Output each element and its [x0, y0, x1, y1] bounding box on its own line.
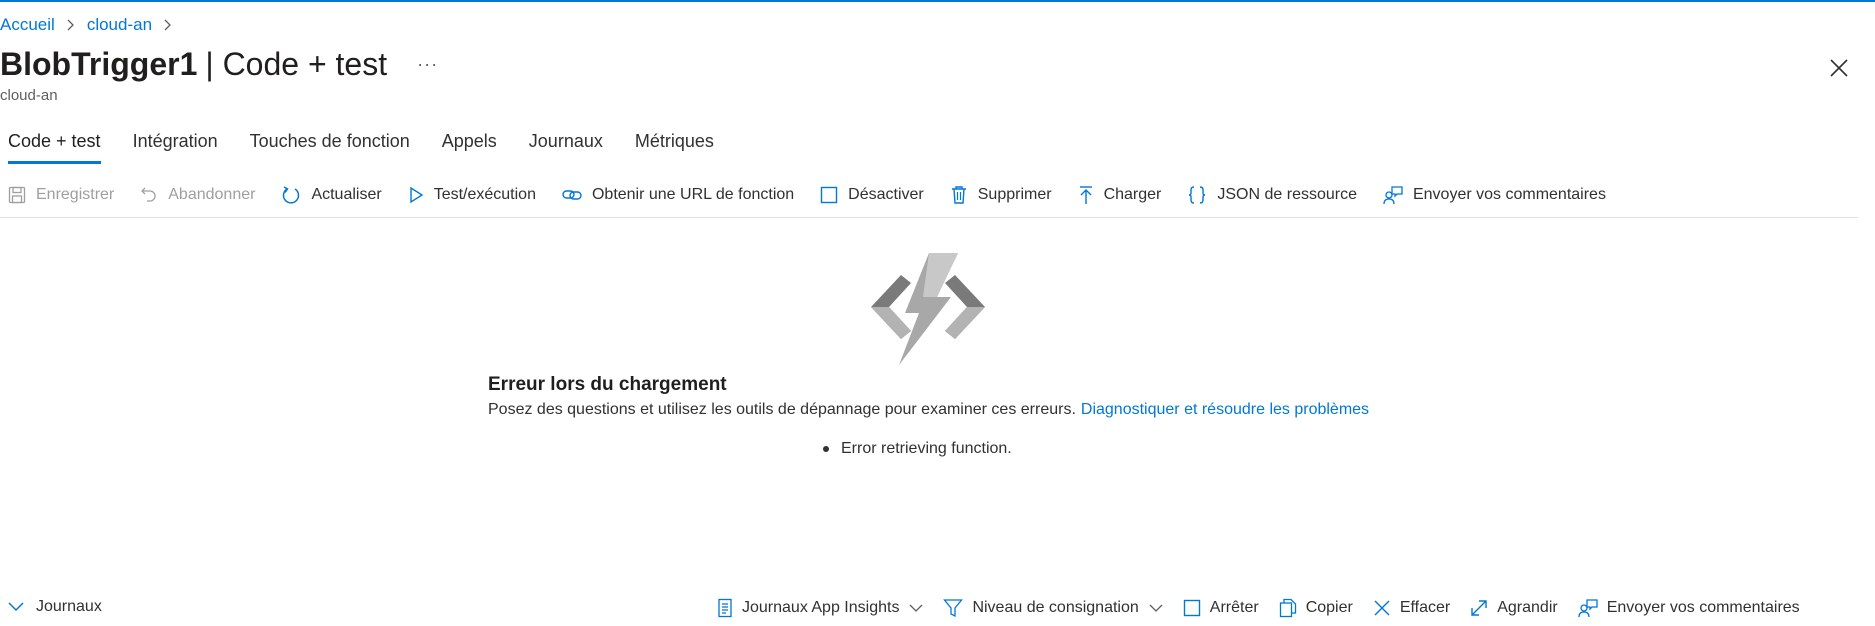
error-list: Error retrieving function.: [823, 440, 1012, 458]
refresh-icon: [283, 186, 300, 204]
refresh-label: Actualiser: [311, 186, 382, 203]
checkbox-icon: [820, 186, 838, 204]
logs-toggle-button[interactable]: Journaux: [8, 598, 102, 616]
command-toolbar: Enregistrer Abandonner Actualiser Test/e…: [0, 180, 1624, 210]
chevron-down-icon: [8, 602, 24, 612]
expand-icon: [1471, 600, 1487, 616]
filter-icon: [943, 599, 964, 618]
breadcrumb: Accueil cloud-an: [0, 14, 184, 36]
get-function-url-button[interactable]: Obtenir une URL de fonction: [562, 186, 794, 204]
chevron-down-icon: [909, 604, 923, 612]
upload-label: Charger: [1103, 186, 1162, 203]
close-icon: [1830, 59, 1848, 77]
function-app-icon: [871, 253, 985, 365]
tab-integration[interactable]: Intégration: [125, 128, 226, 166]
logs-label: Journaux: [36, 598, 102, 615]
test-run-button[interactable]: Test/exécution: [408, 186, 536, 204]
save-label: Enregistrer: [36, 186, 115, 203]
bullet-icon: [823, 446, 829, 452]
logs-bar: Journaux Journaux App Insights Niveau de…: [0, 598, 1875, 626]
discard-button[interactable]: Abandonner: [140, 186, 255, 204]
stop-icon: [1183, 599, 1200, 617]
send-feedback-label: Envoyer vos commentaires: [1412, 186, 1606, 203]
tab-bar: Code + test Intégration Touches de fonct…: [0, 128, 738, 166]
tab-logs[interactable]: Journaux: [521, 128, 611, 166]
feedback-icon: [1383, 186, 1403, 205]
clear-label: Effacer: [1399, 599, 1451, 616]
document-icon: [718, 598, 732, 618]
resource-json-button[interactable]: JSON de ressource: [1187, 185, 1357, 205]
save-button[interactable]: Enregistrer: [8, 186, 114, 204]
page-title: BlobTrigger1 | Code + test ···: [0, 44, 438, 84]
error-title: Erreur lors du chargement: [488, 374, 727, 395]
page-subtitle: cloud-an: [0, 87, 58, 104]
resource-json-label: JSON de ressource: [1217, 186, 1357, 203]
tab-code-test[interactable]: Code + test: [0, 128, 109, 166]
close-button[interactable]: [1828, 57, 1850, 79]
feedback-icon: [1578, 599, 1598, 618]
log-level-dropdown[interactable]: Niveau de consignation: [943, 598, 1163, 618]
log-level-label: Niveau de consignation: [972, 599, 1139, 616]
trash-icon: [951, 186, 966, 204]
send-feedback-button[interactable]: Envoyer vos commentaires: [1578, 598, 1800, 618]
test-run-label: Test/exécution: [433, 186, 536, 203]
app-insights-logs-label: Journaux App Insights: [742, 599, 900, 616]
app-insights-logs-dropdown[interactable]: Journaux App Insights: [717, 598, 923, 618]
discard-label: Abandonner: [168, 186, 256, 203]
chevron-down-icon: [1149, 604, 1163, 612]
breadcrumb-parent-link[interactable]: cloud-an: [87, 15, 152, 35]
play-icon: [409, 186, 423, 204]
list-item: Error retrieving function.: [823, 440, 1012, 458]
copy-icon: [1279, 598, 1296, 618]
page-title-name: BlobTrigger1: [0, 45, 198, 82]
delete-label: Supprimer: [977, 186, 1052, 203]
error-item-text: Error retrieving function.: [841, 440, 1012, 457]
diagnose-link[interactable]: Diagnostiquer et résoudre les problèmes: [1081, 401, 1369, 418]
send-feedback-label: Envoyer vos commentaires: [1606, 599, 1800, 616]
error-description-text: Posez des questions et utilisez les outi…: [488, 401, 1076, 418]
link-icon: [562, 190, 582, 200]
close-icon: [1374, 600, 1390, 616]
delete-button[interactable]: Supprimer: [950, 185, 1052, 205]
copy-button[interactable]: Copier: [1279, 598, 1353, 618]
get-function-url-label: Obtenir une URL de fonction: [591, 186, 795, 203]
more-options-button[interactable]: ···: [417, 54, 438, 75]
stop-label: Arrêter: [1209, 599, 1259, 616]
copy-label: Copier: [1305, 599, 1353, 616]
logs-actions: Journaux App Insights Niveau de consigna…: [717, 598, 1820, 618]
upload-button[interactable]: Charger: [1078, 185, 1162, 205]
chevron-right-icon: [164, 19, 172, 31]
braces-icon: [1189, 186, 1206, 204]
send-feedback-button[interactable]: Envoyer vos commentaires: [1383, 185, 1606, 205]
stop-button[interactable]: Arrêter: [1183, 599, 1259, 617]
expand-button[interactable]: Agrandir: [1470, 599, 1558, 617]
page-title-section: | Code + test: [205, 45, 388, 82]
toolbar-divider: [0, 217, 1858, 218]
upload-icon: [1079, 186, 1092, 204]
undo-icon: [141, 187, 156, 202]
refresh-button[interactable]: Actualiser: [281, 185, 382, 205]
expand-label: Agrandir: [1497, 599, 1558, 616]
breadcrumb-home-link[interactable]: Accueil: [0, 15, 55, 35]
disable-label: Désactiver: [848, 186, 924, 203]
save-icon: [8, 186, 26, 204]
tab-function-keys[interactable]: Touches de fonction: [242, 128, 418, 166]
disable-button[interactable]: Désactiver: [820, 186, 924, 204]
tab-metrics[interactable]: Métriques: [627, 128, 722, 166]
tab-invocations[interactable]: Appels: [434, 128, 505, 166]
top-accent-line: [0, 0, 1875, 2]
chevron-right-icon: [67, 19, 75, 31]
clear-button[interactable]: Effacer: [1373, 599, 1450, 617]
error-description: Posez des questions et utilisez les outi…: [488, 401, 1369, 419]
